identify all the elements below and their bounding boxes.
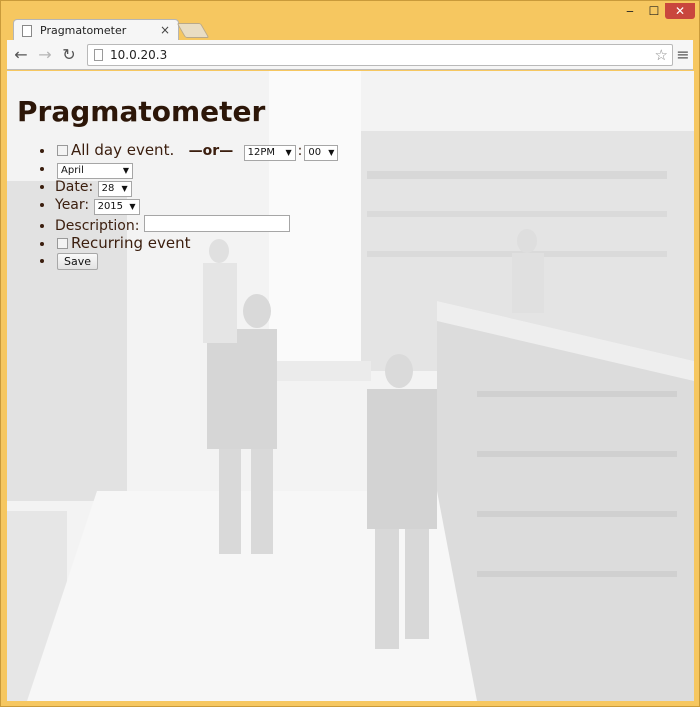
year-label: Year: [55, 197, 90, 213]
minute-select[interactable]: 00 ▼ [304, 145, 339, 161]
description-input[interactable] [143, 215, 290, 232]
date-select-value: 28 [101, 183, 115, 194]
maximize-button[interactable]: ☐ [643, 3, 665, 19]
minimize-button[interactable]: ‒ [619, 3, 641, 19]
list-item-save: Save [55, 253, 686, 270]
browser-toolbar: ← → ↻ 10.0.20.3 ☆ ≡ [7, 40, 693, 70]
all-day-label: All day event. [71, 141, 175, 159]
date-label: Date: [55, 179, 94, 195]
save-button[interactable]: Save [57, 253, 99, 270]
browser-window: Pragmatometer × ‒ ☐ ✕ ← → ↻ 10.0.20.3 ☆ … [0, 0, 700, 707]
list-item-recurring: Recurring event [55, 235, 686, 253]
list-item-time: All day event. —or— 12PM ▼:00 ▼ [55, 142, 686, 161]
date-select[interactable]: 28 ▼ [97, 181, 132, 197]
forward-icon[interactable]: → [35, 45, 55, 65]
or-separator: —or— [188, 143, 234, 159]
page-content: Pragmatometer All day event. —or— 12PM ▼:… [7, 71, 694, 280]
close-window-button[interactable]: ✕ [665, 3, 695, 19]
hour-select-value: 12PM [247, 147, 276, 158]
month-select-value: April [61, 165, 84, 176]
time-separator: : [297, 143, 303, 159]
chevron-down-icon: ▼ [129, 202, 136, 211]
year-select[interactable]: 2015 ▼ [93, 199, 140, 215]
url-text: 10.0.20.3 [110, 48, 168, 62]
list-item-year: Year: 2015 ▼ [55, 197, 686, 215]
tab-title: Pragmatometer [40, 24, 127, 37]
title-bar: Pragmatometer × ‒ ☐ ✕ [1, 1, 699, 41]
event-form-list: All day event. —or— 12PM ▼:00 ▼ April ▼ Dat… [15, 142, 686, 270]
year-select-value: 2015 [97, 201, 124, 212]
all-day-checkbox[interactable] [57, 145, 68, 156]
list-item-date: Date: 28 ▼ [55, 179, 686, 197]
page-title: Pragmatometer [17, 95, 266, 128]
address-bar[interactable]: 10.0.20.3 ☆ [87, 44, 673, 66]
chevron-down-icon: ▼ [121, 184, 128, 193]
recurring-checkbox[interactable] [57, 238, 68, 249]
page-icon [22, 24, 32, 37]
star-icon[interactable]: ☆ [655, 45, 668, 65]
new-tab-button[interactable] [176, 23, 210, 38]
list-item-description: Description: [55, 215, 686, 235]
chevron-down-icon: ▼ [285, 148, 292, 157]
page-viewport: Pragmatometer All day event. —or— 12PM ▼:… [7, 71, 694, 701]
reload-icon[interactable]: ↻ [59, 45, 79, 65]
page-icon [94, 49, 103, 61]
chevron-down-icon: ▼ [122, 166, 129, 175]
month-select[interactable]: April ▼ [57, 163, 133, 179]
minute-select-value: 00 [308, 147, 322, 158]
browser-tab[interactable]: Pragmatometer × [13, 19, 179, 41]
back-icon[interactable]: ← [11, 45, 31, 65]
hour-select[interactable]: 12PM ▼ [243, 145, 296, 161]
hamburger-menu-icon[interactable]: ≡ [675, 45, 691, 65]
recurring-label: Recurring event [71, 234, 191, 252]
tab-close-icon[interactable]: × [160, 23, 170, 37]
chevron-down-icon: ▼ [328, 148, 335, 157]
list-item-month: April ▼ [55, 161, 686, 179]
description-label: Description: [55, 218, 140, 234]
